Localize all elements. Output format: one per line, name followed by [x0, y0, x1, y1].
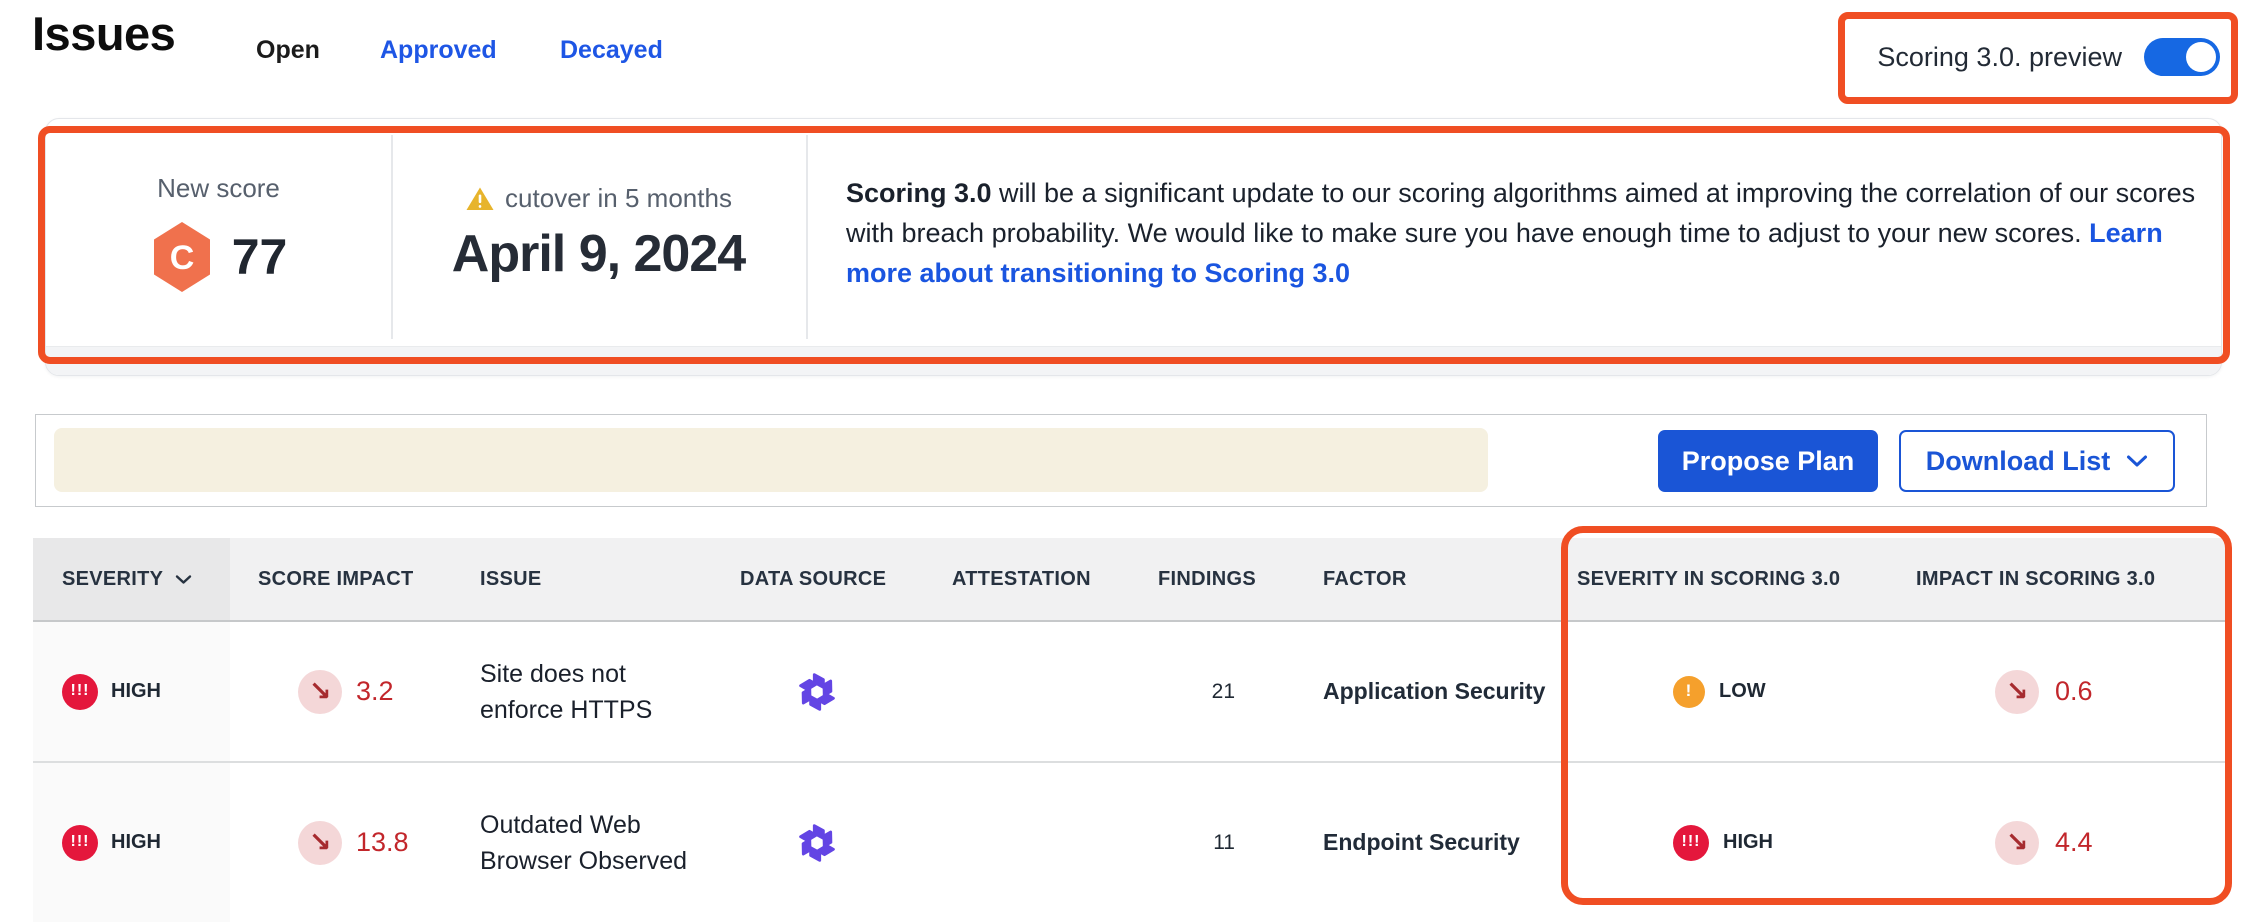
- new-score-section: New score C 77: [46, 119, 391, 347]
- data-source-cell: [725, 622, 940, 761]
- scoring-banner: New score C 77 cutover in 5 months April…: [45, 118, 2222, 376]
- new-score-label: New score: [157, 173, 280, 204]
- table-row[interactable]: !!! HIGH ↘ 13.8 Outdated Web Browser Obs…: [33, 763, 2225, 922]
- scoring-preview-control: Scoring 3.0. preview: [1860, 24, 2220, 90]
- column-header-data-source[interactable]: DATA SOURCE: [725, 538, 940, 620]
- issues-page: Issues Open Approved Decayed Scoring 3.0…: [0, 0, 2241, 922]
- factor-cell: Application Security: [1290, 622, 1563, 761]
- sort-chevron-down-icon: [175, 574, 192, 585]
- attestation-cell: [940, 622, 1130, 761]
- factor-cell: Endpoint Security: [1290, 763, 1563, 922]
- impact-scoring3-value: 0.6: [2055, 676, 2093, 707]
- tab-decayed[interactable]: Decayed: [560, 36, 663, 65]
- download-list-button[interactable]: Download List: [1899, 430, 2175, 492]
- page-title: Issues: [32, 6, 175, 61]
- impact-down-arrow-icon: ↘: [298, 670, 342, 714]
- issue-title: Outdated Web Browser Observed: [480, 807, 698, 879]
- scoring-description: Scoring 3.0 will be a significant update…: [846, 173, 2197, 293]
- severity-low-icon: !: [1673, 676, 1705, 708]
- chevron-down-icon: [2126, 454, 2148, 468]
- propose-plan-button[interactable]: Propose Plan: [1658, 430, 1878, 492]
- severity-high-icon: !!!: [62, 825, 98, 861]
- filter-search-input[interactable]: [54, 428, 1488, 492]
- issue-cell[interactable]: Outdated Web Browser Observed: [455, 763, 725, 922]
- attestation-cell: [940, 763, 1130, 922]
- cutover-section: cutover in 5 months April 9, 2024: [391, 119, 806, 347]
- severity-cell: !!! HIGH: [33, 622, 230, 761]
- column-header-findings[interactable]: FINDINGS: [1130, 538, 1290, 620]
- factor-name: Application Security: [1323, 678, 1545, 705]
- column-header-issue[interactable]: ISSUE: [455, 538, 725, 620]
- banner-divider: [806, 135, 808, 339]
- impact-down-arrow-icon: ↘: [1995, 670, 2039, 714]
- factor-name: Endpoint Security: [1323, 829, 1520, 856]
- findings-count: 21: [1212, 680, 1235, 704]
- findings-cell: 11: [1130, 763, 1290, 922]
- impact-down-arrow-icon: ↘: [1995, 821, 2039, 865]
- severity-scoring3-cell: !!! HIGH: [1563, 763, 1905, 922]
- severity-label: HIGH: [111, 680, 161, 703]
- table-header-row: SEVERITY SCORE IMPACT ISSUE DATA SOURCE …: [33, 538, 2225, 622]
- severity-high-icon: !!!: [62, 674, 98, 710]
- severity-high-icon: !!!: [1673, 825, 1709, 861]
- download-list-label: Download List: [1926, 446, 2111, 477]
- toggle-knob: [2186, 42, 2216, 72]
- description-section: Scoring 3.0 will be a significant update…: [846, 119, 2197, 347]
- findings-cell: 21: [1130, 622, 1290, 761]
- impact-scoring3-value: 4.4: [2055, 827, 2093, 858]
- securityscorecard-logo-icon: [795, 670, 839, 714]
- impact-scoring3-cell: ↘ 0.6: [1905, 622, 2225, 761]
- severity-scoring3-label: HIGH: [1723, 831, 1773, 854]
- column-header-attestation[interactable]: ATTESTATION: [940, 538, 1130, 620]
- column-header-factor[interactable]: FACTOR: [1290, 538, 1563, 620]
- cutover-date: April 9, 2024: [452, 224, 745, 284]
- column-header-severity-scoring3[interactable]: SEVERITY IN SCORING 3.0: [1563, 538, 1905, 620]
- grade-hexagon-icon: C: [150, 220, 214, 294]
- scoring-preview-toggle[interactable]: [2144, 38, 2220, 76]
- column-header-score-impact[interactable]: SCORE IMPACT: [230, 538, 455, 620]
- column-header-severity[interactable]: SEVERITY: [33, 538, 230, 620]
- severity-scoring3-label: LOW: [1719, 680, 1766, 703]
- score-impact-value: 3.2: [356, 676, 394, 707]
- issue-cell[interactable]: Site does not enforce HTTPS: [455, 622, 725, 761]
- table-row[interactable]: !!! HIGH ↘ 3.2 Site does not enforce HTT…: [33, 622, 2225, 763]
- issues-table: SEVERITY SCORE IMPACT ISSUE DATA SOURCE …: [33, 538, 2225, 922]
- svg-text:C: C: [169, 239, 194, 277]
- warning-icon: [465, 185, 495, 212]
- score-impact-value: 13.8: [356, 827, 409, 858]
- severity-cell: !!! HIGH: [33, 763, 230, 922]
- cutover-label: cutover in 5 months: [505, 183, 732, 214]
- tab-open[interactable]: Open: [256, 36, 320, 65]
- findings-count: 11: [1213, 831, 1235, 855]
- impact-scoring3-cell: ↘ 4.4: [1905, 763, 2225, 922]
- banner-footer-strip: [46, 346, 2221, 375]
- scoring-description-body: will be a significant update to our scor…: [846, 178, 2195, 248]
- score-impact-cell: ↘ 3.2: [230, 622, 455, 761]
- scoring-preview-label: Scoring 3.0. preview: [1877, 42, 2122, 73]
- issue-title: Site does not enforce HTTPS: [480, 656, 698, 728]
- severity-label: HIGH: [111, 831, 161, 854]
- impact-down-arrow-icon: ↘: [298, 821, 342, 865]
- securityscorecard-logo-icon: [795, 821, 839, 865]
- scoring-description-bold: Scoring 3.0: [846, 178, 992, 208]
- column-header-impact-scoring3[interactable]: IMPACT IN SCORING 3.0: [1905, 538, 2225, 620]
- issues-toolbar: Propose Plan Download List: [35, 414, 2207, 507]
- score-impact-cell: ↘ 13.8: [230, 763, 455, 922]
- severity-scoring3-cell: ! LOW: [1563, 622, 1905, 761]
- new-score-value: 77: [232, 228, 288, 286]
- tab-approved[interactable]: Approved: [380, 36, 497, 65]
- data-source-cell: [725, 763, 940, 922]
